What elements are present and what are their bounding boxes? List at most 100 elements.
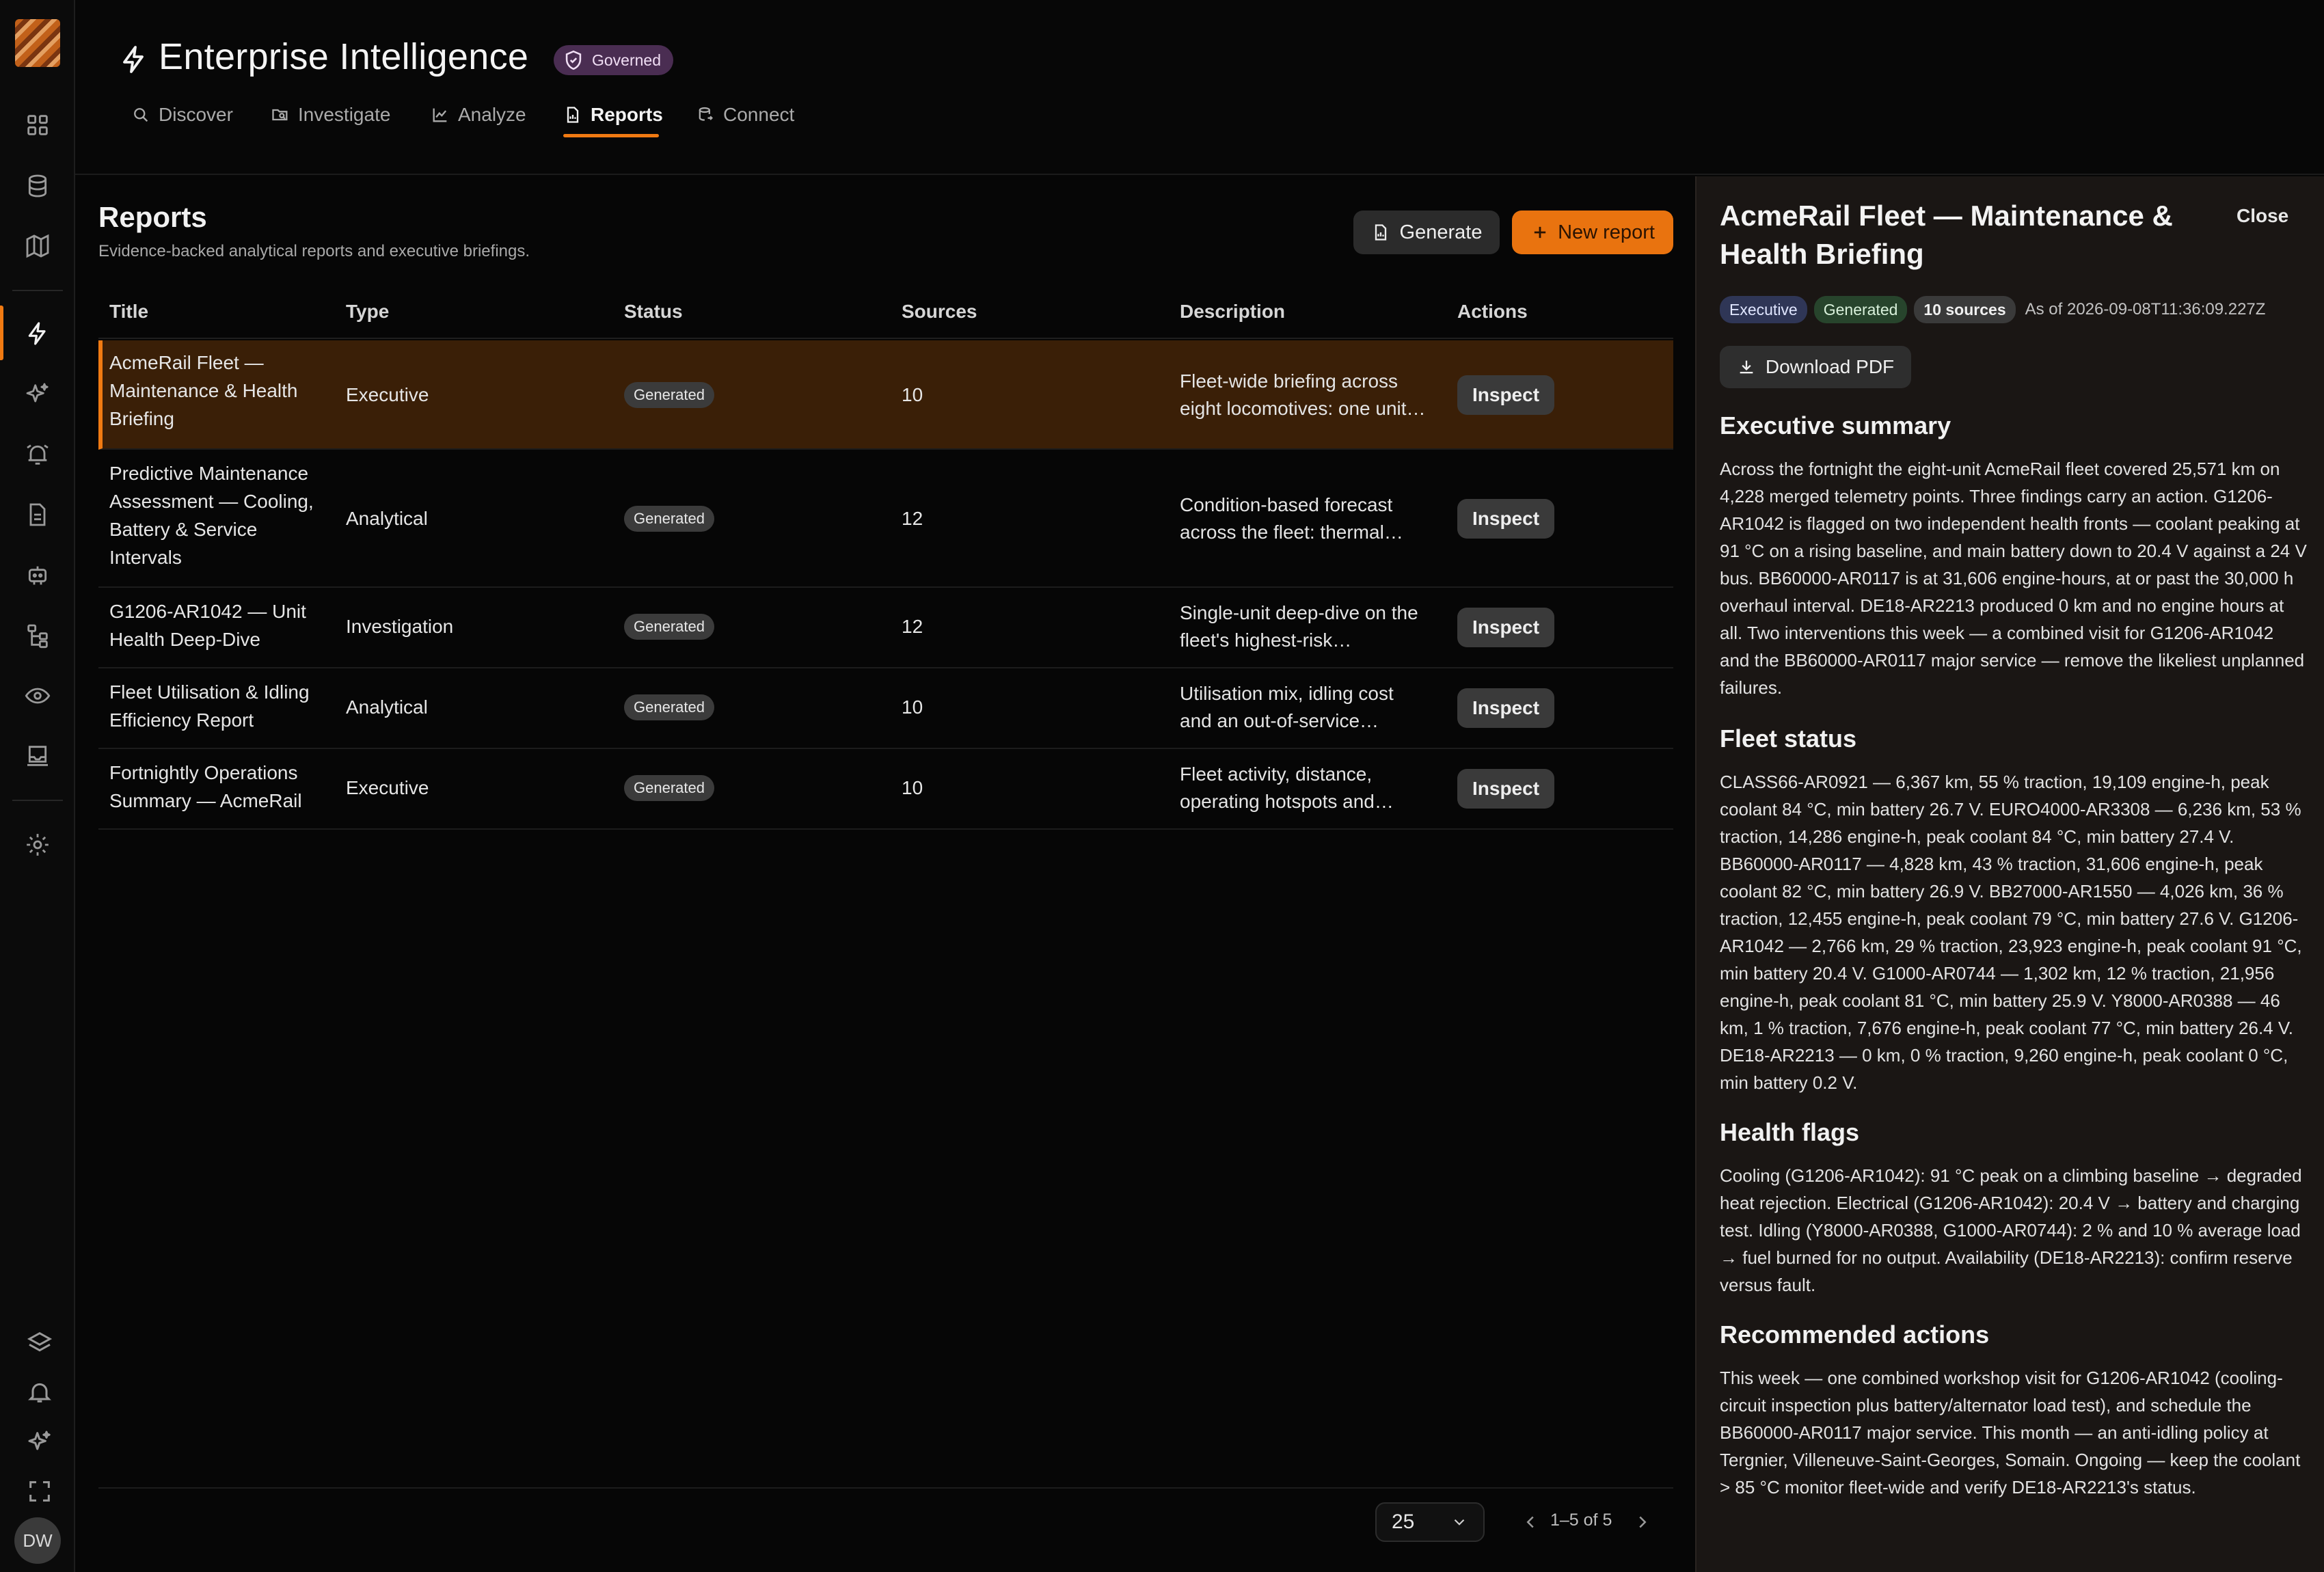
column-header-type[interactable]: Type xyxy=(346,301,389,323)
table-header-divider xyxy=(98,338,1673,339)
layers-icon[interactable] xyxy=(26,1329,53,1352)
dashboard-icon[interactable] xyxy=(24,111,51,139)
download-pdf-button[interactable]: Download PDF xyxy=(1720,346,1911,388)
section-text: Cooling (G1206-AR1042): 91 °C peak on a … xyxy=(1720,1165,2302,1295)
inspect-button[interactable]: Inspect xyxy=(1457,375,1554,415)
status-badge: Generated xyxy=(624,775,714,801)
file-report-icon xyxy=(567,107,579,123)
column-header-title[interactable]: Title xyxy=(109,301,148,323)
row-description: Condition-based forecast across the flee… xyxy=(1180,494,1393,543)
row-title: AcmeRail Fleet — Maintenance & Health Br… xyxy=(109,352,298,429)
column-header-actions: Actions xyxy=(1457,301,1528,322)
row-sources: 10 xyxy=(902,384,923,405)
database-link-icon xyxy=(699,107,713,121)
reports-main: Reports Evidence-backed analytical repor… xyxy=(75,176,1695,1572)
status-badge: Generated xyxy=(1813,296,1908,323)
status-badge: Generated xyxy=(624,694,714,720)
row-sources: 12 xyxy=(902,616,923,637)
sidebar-rail: DW xyxy=(0,0,75,1572)
column-header-sources[interactable]: Sources xyxy=(902,301,977,323)
sparkles-icon[interactable] xyxy=(26,1428,51,1452)
document-icon[interactable] xyxy=(24,501,51,528)
sources-badge: 10 sources xyxy=(1914,296,2016,323)
bell-icon[interactable] xyxy=(26,1379,51,1402)
tab-label: Connect xyxy=(723,104,795,125)
rail-divider xyxy=(12,290,63,291)
rail-active-indicator xyxy=(0,306,3,360)
inspect-button[interactable]: Inspect xyxy=(1457,608,1554,647)
table-row[interactable]: Fortnightly Operations Summary — AcmeRai… xyxy=(98,749,1673,830)
table-row[interactable]: AcmeRail Fleet — Maintenance & Health Br… xyxy=(98,340,1673,450)
tab-analyze[interactable]: Analyze xyxy=(431,100,526,130)
row-sources: 12 xyxy=(902,508,923,529)
shield-check-icon xyxy=(565,50,582,70)
tab-investigate[interactable]: Investigate xyxy=(271,100,390,130)
section-heading: Health flags xyxy=(1720,1118,1860,1146)
download-pdf-label: Download PDF xyxy=(1765,356,1895,377)
database-icon[interactable] xyxy=(24,172,51,200)
section-heading: Fleet status xyxy=(1720,724,1857,753)
plus-icon xyxy=(1534,226,1546,239)
lightning-icon[interactable] xyxy=(24,320,51,347)
inbox-icon[interactable] xyxy=(24,742,51,770)
eye-icon[interactable] xyxy=(24,682,51,709)
generate-button[interactable]: Generate xyxy=(1353,211,1500,254)
tab-reports[interactable]: Reports xyxy=(563,100,663,130)
row-type: Analytical xyxy=(346,508,428,529)
inspect-button[interactable]: Inspect xyxy=(1457,688,1554,728)
inspect-button[interactable]: Inspect xyxy=(1457,769,1554,809)
row-title: Predictive Maintenance Assessment — Cool… xyxy=(109,463,314,568)
panel-title: AcmeRail Fleet — Maintenance & Health Br… xyxy=(1720,200,2173,270)
sparkles-icon[interactable] xyxy=(24,381,51,408)
column-header-description[interactable]: Description xyxy=(1180,301,1285,323)
page-size-select[interactable]: 25 xyxy=(1375,1502,1485,1542)
tab-discover[interactable]: Discover xyxy=(131,100,233,130)
row-title: Fortnightly Operations Summary — AcmeRai… xyxy=(109,762,302,811)
row-description: Fleet-wide briefing across eight locomot… xyxy=(1180,370,1426,419)
as-of-timestamp: As of 2026-09-08T11:36:09.227Z xyxy=(2025,300,2266,319)
alarm-icon[interactable] xyxy=(24,441,51,468)
section-text: This week — one combined workshop visit … xyxy=(1720,1368,2301,1498)
chevron-left-icon[interactable] xyxy=(1520,1512,1541,1532)
new-report-button[interactable]: New report xyxy=(1512,211,1673,254)
page-subtitle: Evidence-backed analytical reports and e… xyxy=(98,242,530,260)
section-text: Across the fortnight the eight-unit Acme… xyxy=(1720,459,2307,698)
fullscreen-icon[interactable] xyxy=(26,1478,50,1502)
column-header-status[interactable]: Status xyxy=(624,301,683,323)
table-row[interactable]: Fleet Utilisation & Idling Efficiency Re… xyxy=(98,668,1673,749)
section-heading: Recommended actions xyxy=(1720,1320,1990,1349)
row-sources: 10 xyxy=(902,696,923,718)
report-meta-chips: Executive Generated 10 sources As of 202… xyxy=(1720,296,2265,323)
table-row[interactable]: Predictive Maintenance Assessment — Cool… xyxy=(98,450,1673,588)
type-badge: Executive xyxy=(1720,296,1807,323)
app-root: DW Enterprise Intelligence Governed Disc… xyxy=(0,0,2324,1572)
table-footer-divider xyxy=(98,1487,1673,1489)
chart-line-icon xyxy=(433,108,447,122)
app-logo[interactable] xyxy=(15,19,60,67)
inspect-button[interactable]: Inspect xyxy=(1457,499,1554,539)
tab-connect[interactable]: Connect xyxy=(696,100,794,130)
governed-badge: Governed xyxy=(554,45,674,75)
generate-button-label: Generate xyxy=(1399,221,1483,243)
pagination-range: 1–5 of 5 xyxy=(1550,1510,1612,1530)
section-text: CLASS66-AR0921 — 6,367 km, 55 % traction… xyxy=(1720,772,2302,1093)
download-icon xyxy=(1740,360,1753,374)
row-type: Executive xyxy=(346,777,429,798)
section-heading: Executive summary xyxy=(1720,411,1951,439)
close-button[interactable]: Close xyxy=(2237,205,2288,227)
table-row[interactable]: G1206-AR1042 — Unit Health Deep-Dive Inv… xyxy=(98,588,1673,668)
chevron-right-icon[interactable] xyxy=(1632,1512,1653,1532)
row-description: Utilisation mix, idling cost and an out-… xyxy=(1180,683,1394,731)
hierarchy-icon[interactable] xyxy=(24,622,51,649)
user-avatar[interactable]: DW xyxy=(14,1517,61,1564)
robot-icon[interactable] xyxy=(24,562,51,589)
row-title: Fleet Utilisation & Idling Efficiency Re… xyxy=(109,681,310,731)
tab-label: Investigate xyxy=(298,104,391,125)
report-detail-panel: AcmeRail Fleet — Maintenance & Health Br… xyxy=(1695,176,2324,1572)
row-description: Single-unit deep-dive on the fleet's hig… xyxy=(1180,602,1418,651)
tab-label: Discover xyxy=(159,104,233,125)
map-icon[interactable] xyxy=(24,232,51,260)
row-type: Investigation xyxy=(346,616,454,637)
new-report-button-label: New report xyxy=(1558,221,1655,243)
settings-icon[interactable] xyxy=(24,831,51,858)
